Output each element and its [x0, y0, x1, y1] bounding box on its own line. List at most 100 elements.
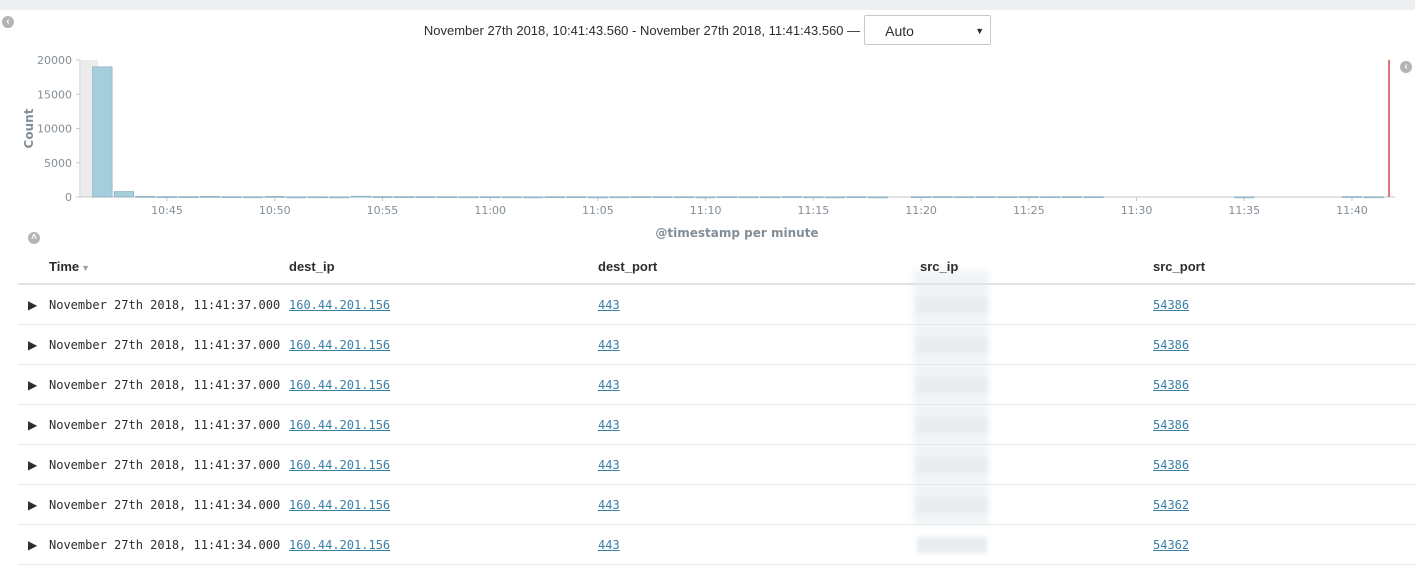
histogram-bar	[695, 196, 716, 199]
histogram-bar	[1018, 196, 1039, 198]
table-row[interactable]: ▶ November 27th 2018, 11:41:37.000 160.44.…	[18, 444, 1415, 485]
cell-src-port-link[interactable]: 54362	[1153, 498, 1189, 512]
x-tick-label: 11:35	[1228, 204, 1260, 217]
column-header-dest-port[interactable]: dest_port	[598, 250, 920, 285]
caret-right-icon[interactable]: ▶	[18, 524, 49, 565]
cell-time: November 27th 2018, 11:41:37.000	[49, 457, 281, 472]
cell-src-ip-redacted	[917, 496, 987, 513]
column-header-label: src_ip	[920, 259, 959, 274]
table-row[interactable]: ▶ November 27th 2018, 11:41:37.000 160.44.…	[18, 284, 1415, 325]
histogram-bar	[200, 196, 221, 198]
cell-dest-ip-link[interactable]: 160.44.201.156	[289, 338, 390, 352]
cell-dest-ip-link[interactable]: 160.44.201.156	[289, 498, 390, 512]
documents-table: Time ▼ dest_ip dest_port src_ip src_port …	[18, 250, 1415, 565]
caret-right-icon[interactable]: ▶	[18, 484, 49, 525]
x-tick-label: 11:15	[798, 204, 830, 217]
histogram-bar	[1341, 196, 1363, 198]
histogram-bar	[350, 195, 371, 198]
interval-select[interactable]: Auto ▼	[864, 15, 992, 45]
x-tick-label: 11:30	[1121, 204, 1153, 217]
table-row[interactable]: ▶ November 27th 2018, 11:41:34.000 160.44.…	[18, 524, 1415, 565]
y-tick-label: 5000	[44, 157, 72, 170]
cell-dest-ip-link[interactable]: 160.44.201.156	[289, 378, 390, 392]
cell-src-port-link[interactable]: 54386	[1153, 378, 1189, 392]
x-tick-label: 11:00	[474, 204, 506, 217]
histogram-bar	[480, 196, 501, 199]
histogram-bar	[523, 196, 544, 199]
cell-src-port-link[interactable]: 54362	[1153, 538, 1189, 552]
cell-dest-ip-link[interactable]: 160.44.201.156	[289, 458, 390, 472]
cell-dest-port-link[interactable]: 443	[598, 298, 620, 312]
histogram-bar	[738, 196, 759, 199]
toggle-column-header	[18, 250, 49, 285]
cell-src-ip-redacted	[917, 376, 987, 393]
caret-right-icon[interactable]: ▶	[18, 324, 49, 365]
caret-right-icon[interactable]: ▶	[18, 364, 49, 405]
histogram-bar	[997, 196, 1018, 199]
table-row[interactable]: ▶ November 27th 2018, 11:41:37.000 160.44.…	[18, 364, 1415, 405]
column-header-dest-ip[interactable]: dest_ip	[289, 250, 598, 285]
cell-src-port-link[interactable]: 54386	[1153, 458, 1189, 472]
cell-src-port-link[interactable]: 54386	[1153, 338, 1189, 352]
column-header-time[interactable]: Time ▼	[49, 250, 289, 285]
cell-time: November 27th 2018, 11:41:34.000	[49, 537, 281, 552]
cell-dest-port-link[interactable]: 443	[598, 378, 620, 392]
histogram-bar	[954, 196, 975, 199]
caret-right-icon[interactable]: ▶	[18, 444, 49, 485]
table-row[interactable]: ▶ November 27th 2018, 11:41:37.000 160.44.…	[18, 404, 1415, 445]
histogram-bar	[372, 196, 393, 198]
caret-right-icon[interactable]: ▶	[18, 284, 49, 325]
x-tick-label: 10:55	[367, 204, 399, 217]
column-header-label: dest_ip	[289, 259, 335, 274]
histogram-bar	[458, 196, 479, 199]
histogram-bar	[803, 196, 824, 199]
histogram-bar	[652, 196, 673, 199]
cell-dest-ip-link[interactable]: 160.44.201.156	[289, 538, 390, 552]
x-tick-label: 11:20	[905, 204, 937, 217]
cell-dest-port-link[interactable]: 443	[598, 458, 620, 472]
histogram-bar	[1040, 196, 1061, 199]
histogram-bar	[243, 196, 264, 199]
table-row[interactable]: ▶ November 27th 2018, 11:41:37.000 160.44.…	[18, 324, 1415, 365]
histogram-bar	[674, 196, 695, 199]
cell-dest-ip-link[interactable]: 160.44.201.156	[289, 418, 390, 432]
histogram-bar	[156, 196, 178, 198]
interval-value: Auto	[885, 23, 914, 39]
cell-src-port-link[interactable]: 54386	[1153, 298, 1189, 312]
histogram-bar	[113, 191, 134, 198]
histogram-bar	[286, 196, 307, 199]
histogram-bar	[781, 196, 802, 198]
cell-time: November 27th 2018, 11:41:37.000	[49, 297, 281, 312]
histogram-bar	[329, 196, 350, 199]
y-tick-label: 20000	[37, 54, 72, 67]
histogram-bar	[1083, 196, 1104, 199]
table-header-row: Time ▼ dest_ip dest_port src_ip src_port	[18, 250, 1415, 285]
column-header-label: dest_port	[598, 259, 658, 274]
histogram-bar	[92, 66, 113, 198]
time-range-label[interactable]: November 27th 2018, 10:41:43.560 - Novem…	[424, 23, 860, 38]
cell-dest-ip-link[interactable]: 160.44.201.156	[289, 298, 390, 312]
histogram-bar	[911, 196, 932, 199]
histogram-bar	[1234, 196, 1255, 199]
histogram-bar	[544, 196, 565, 199]
histogram-bar	[717, 196, 738, 199]
histogram-chart: 0 5000 10000 15000 20000 Count 10:45 10:50 10:55…	[22, 54, 1395, 240]
caret-down-icon[interactable]: ▼	[81, 263, 90, 273]
column-header-src-ip[interactable]: src_ip	[920, 250, 1153, 285]
histogram-bar	[824, 196, 845, 199]
cell-dest-port-link[interactable]: 443	[598, 338, 620, 352]
table-row[interactable]: ▶ November 27th 2018, 11:41:34.000 160.44.…	[18, 484, 1415, 525]
caret-right-icon[interactable]: ▶	[18, 404, 49, 445]
cell-dest-port-link[interactable]: 443	[598, 418, 620, 432]
column-header-src-port[interactable]: src_port	[1153, 250, 1415, 285]
cell-dest-port-link[interactable]: 443	[598, 538, 620, 552]
cell-dest-port-link[interactable]: 443	[598, 498, 620, 512]
cell-src-ip-redacted	[917, 296, 987, 313]
chevron-left-circle-icon[interactable]: ‹	[2, 16, 14, 28]
cell-src-port-link[interactable]: 54386	[1153, 418, 1189, 432]
histogram-bar	[307, 196, 328, 199]
histogram-bar	[135, 196, 156, 198]
y-tick-label: 0	[65, 191, 72, 204]
y-axis-title: Count	[22, 108, 36, 148]
cell-time: November 27th 2018, 11:41:37.000	[49, 377, 281, 392]
